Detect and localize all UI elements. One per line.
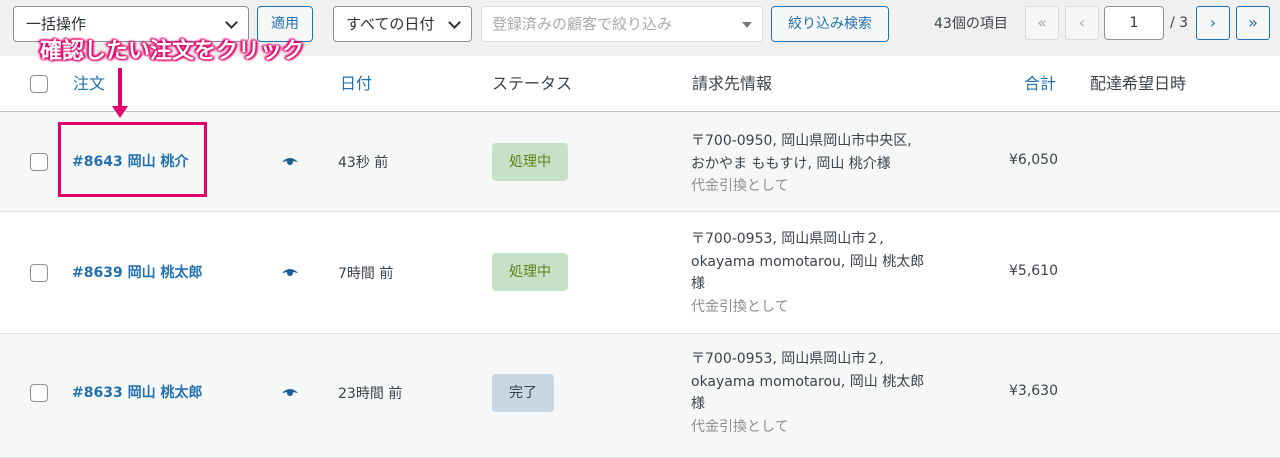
eye-icon[interactable] (282, 157, 298, 167)
orders-table: 注文 日付 ステータス 請求先情報 合計 配達希望日時 #8643 岡山 桃介 … (0, 56, 1280, 458)
billing-line: 〒700-0953, 岡山県岡山市２, (691, 231, 884, 247)
eye-icon[interactable] (282, 268, 298, 278)
eye-icon[interactable] (282, 388, 298, 398)
prev-page-button[interactable]: ‹ (1065, 6, 1099, 40)
bulk-action-label: 一括操作 (26, 15, 87, 33)
filter-button[interactable]: 絞り込み検索 (771, 6, 889, 42)
annotation-arrow-line (118, 68, 122, 108)
status-badge: 処理中 (492, 143, 568, 181)
billing-line: 〒700-0953, 岡山県岡山市２, (691, 351, 884, 367)
column-billing: 請求先情報 (692, 74, 773, 93)
payment-method: 代金引換として (691, 418, 789, 435)
order-link[interactable]: #8633 岡山 桃太郎 (72, 382, 202, 402)
customer-filter-select[interactable]: 登録済みの顧客で絞り込み (481, 6, 763, 42)
date-filter-label: すべての日付 (346, 15, 435, 33)
select-all-checkbox[interactable] (30, 75, 48, 93)
annotation-text: 確認したい注文をクリック (40, 39, 305, 64)
date-filter-select[interactable]: すべての日付 (333, 6, 472, 42)
billing-address: 〒700-0953, 岡山県岡山市２, okayama momotarou, 岡… (691, 348, 924, 438)
payment-method: 代金引換として (691, 298, 789, 315)
billing-address: 〒700-0950, 岡山県岡山市中央区, おかやま ももすけ, 岡山 桃介様 … (691, 130, 912, 198)
dropdown-triangle-icon (742, 22, 752, 28)
order-date: 43秒 前 (338, 155, 389, 171)
order-total: ¥6,050 (1009, 152, 1058, 168)
next-page-button[interactable]: › (1196, 6, 1230, 40)
customer-filter-placeholder: 登録済みの顧客で絞り込み (492, 15, 673, 33)
order-date: 7時間 前 (338, 266, 394, 282)
last-page-button[interactable]: » (1236, 6, 1270, 40)
annotation-highlight-box (58, 122, 207, 197)
billing-line: okayama momotarou, 岡山 桃太郎 (691, 373, 925, 390)
table-row[interactable]: #8639 岡山 桃太郎 7時間 前 処理中 〒700-0953, 岡山県岡山市… (0, 212, 1280, 334)
billing-address: 〒700-0953, 岡山県岡山市２, okayama momotarou, 岡… (691, 228, 924, 318)
column-total-sort[interactable]: 合計 (1024, 56, 1056, 112)
row-checkbox[interactable] (30, 384, 48, 402)
total-pages: / 3 (1170, 15, 1189, 31)
billing-line: 〒700-0950, 岡山県岡山市中央区, (691, 133, 912, 149)
chevron-down-icon (448, 7, 462, 41)
order-link[interactable]: #8639 岡山 桃太郎 (72, 262, 202, 282)
arrow-down-icon (112, 106, 128, 118)
table-row[interactable]: #8633 岡山 桃太郎 23時間 前 完了 〒700-0953, 岡山県岡山市… (0, 334, 1280, 458)
status-badge: 完了 (492, 374, 554, 412)
column-delivery: 配達希望日時 (1090, 74, 1187, 93)
billing-line: 様 (691, 276, 705, 292)
billing-line: 様 (691, 396, 705, 412)
billing-line: okayama momotarou, 岡山 桃太郎 (691, 253, 925, 270)
order-date: 23時間 前 (338, 386, 403, 402)
column-status: ステータス (492, 74, 573, 93)
column-date-sort[interactable]: 日付 (340, 56, 372, 112)
current-page-input[interactable]: 1 (1104, 6, 1164, 40)
order-total: ¥3,630 (1009, 383, 1058, 399)
billing-line: おかやま ももすけ, 岡山 桃介様 (691, 155, 891, 172)
first-page-button[interactable]: « (1025, 6, 1059, 40)
annotation-callout: 確認したい注文をクリック (40, 33, 304, 65)
order-total: ¥5,610 (1009, 263, 1058, 279)
item-count: 43個の項目 (934, 16, 1008, 32)
row-checkbox[interactable] (30, 153, 48, 171)
payment-method: 代金引換として (691, 178, 789, 194)
row-checkbox[interactable] (30, 264, 48, 282)
status-badge: 処理中 (492, 253, 568, 291)
